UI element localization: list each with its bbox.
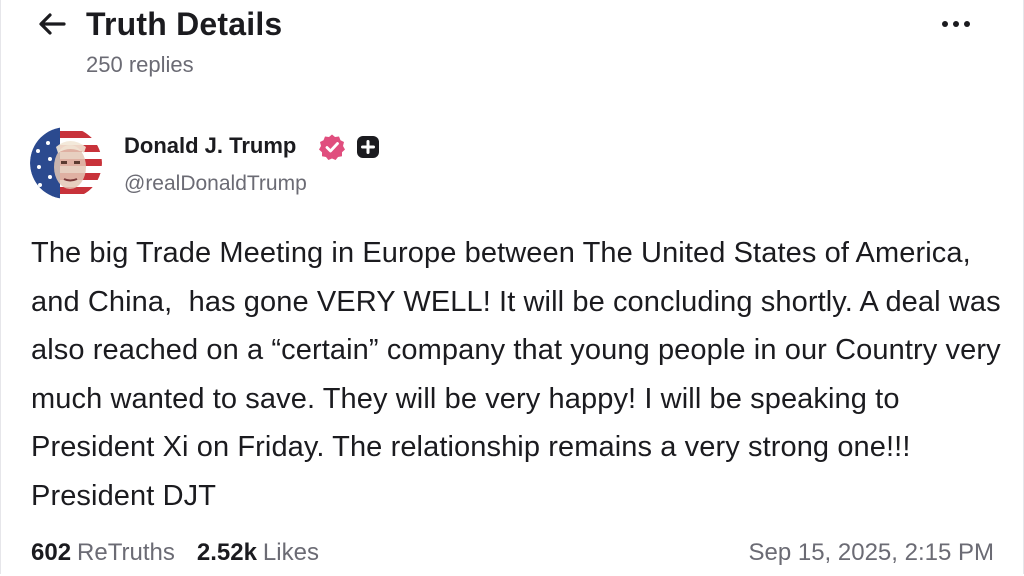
retruths-label: ReTruths: [77, 539, 175, 566]
verified-badge-icon: [319, 134, 345, 160]
more-options-button[interactable]: [936, 10, 976, 38]
page-title: Truth Details: [86, 6, 283, 42]
post-stats: 602 ReTruths 2.52k Likes: [31, 538, 341, 568]
retruths-stat[interactable]: 602 ReTruths: [31, 538, 175, 568]
avatar-image: [30, 127, 102, 199]
reply-count: 250 replies: [86, 52, 194, 77]
plus-badge-icon: [357, 136, 379, 158]
back-button[interactable]: [32, 8, 72, 40]
likes-stat[interactable]: 2.52k Likes: [197, 538, 319, 568]
post-body: The big Trade Meeting in Europe between …: [31, 237, 1009, 512]
post-timestamp: Sep 15, 2025, 2:15 PM: [748, 539, 994, 566]
author-name[interactable]: Donald J. Trump: [124, 132, 296, 160]
author-handle[interactable]: @realDonaldTrump: [124, 170, 307, 198]
more-horizontal-icon: [953, 21, 959, 27]
more-horizontal-icon: [942, 21, 948, 27]
arrow-left-icon: [39, 13, 66, 35]
avatar[interactable]: [30, 127, 102, 199]
likes-count: 2.52k: [196, 539, 257, 566]
page-header: Truth Details 250 replies: [0, 0, 1024, 104]
retruths-count: 602: [31, 539, 72, 566]
more-horizontal-icon: [964, 21, 970, 27]
likes-label: Likes: [262, 539, 319, 566]
